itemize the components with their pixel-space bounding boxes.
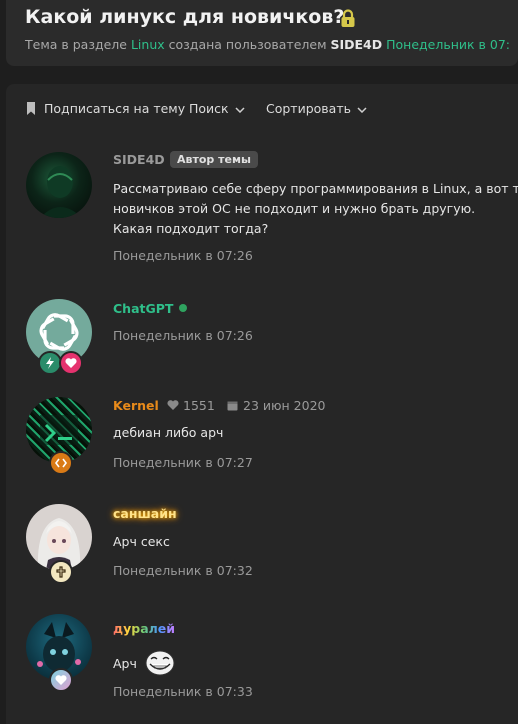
username[interactable]: SIDE4D xyxy=(113,152,165,167)
author-badge: Автор темы xyxy=(170,151,258,168)
trollface-icon xyxy=(145,650,175,676)
subscribe-label: Подписаться на тему xyxy=(44,101,186,116)
join-date: 23 июн 2020 xyxy=(227,398,325,413)
thread-container: Подписаться на тему Поиск Сортировать SI… xyxy=(6,84,518,724)
post-message: дебиан либо арч xyxy=(113,425,224,440)
post-message: Арч xyxy=(113,650,175,676)
likes-value: 1551 xyxy=(183,398,215,413)
topic-subtitle: Тема в разделе Linux создана пользовател… xyxy=(25,37,510,52)
message-text: Арч xyxy=(113,656,137,671)
join-date-value: 23 июн 2020 xyxy=(243,398,326,413)
heart-icon xyxy=(167,400,179,410)
username[interactable]: дуралей xyxy=(113,621,175,636)
chevron-down-icon xyxy=(357,106,367,113)
search-label: Поиск xyxy=(189,101,229,116)
sort-label: Сортировать xyxy=(266,101,351,116)
thread-toolbar: Подписаться на тему Поиск Сортировать xyxy=(6,84,518,134)
chevron-down-icon xyxy=(235,106,245,113)
cross-badge-icon xyxy=(49,560,73,584)
online-indicator-icon xyxy=(179,304,187,312)
author-link[interactable]: SIDE4D xyxy=(330,37,382,52)
post-time[interactable]: Понедельник в 07:26 xyxy=(113,328,253,343)
created-by-text: создана пользователем xyxy=(168,37,327,52)
post-time[interactable]: Понедельник в 07:26 xyxy=(113,248,253,263)
username[interactable]: саншайн xyxy=(113,506,177,521)
post-time[interactable]: Понедельник в 07:32 xyxy=(113,563,253,578)
sort-dropdown[interactable]: Сортировать xyxy=(266,101,367,116)
username[interactable]: ChatGPT xyxy=(113,301,173,316)
topic-header: Какой линукс для новичков? Тема в раздел… xyxy=(6,0,518,66)
post-message: Рассматриваю себе сферу программирования… xyxy=(113,179,518,239)
heart-badge-icon xyxy=(59,351,83,375)
message-line: новичков этой ОС не подходит и нужно бра… xyxy=(113,201,476,216)
subtitle-prefix: Тема в разделе xyxy=(25,37,127,52)
subscribe-button[interactable]: Подписаться на тему xyxy=(26,101,185,116)
calendar-icon xyxy=(227,401,238,411)
topic-title: Какой линукс для новичков? xyxy=(25,6,345,28)
message-line: Рассматриваю себе сферу программирования… xyxy=(113,181,518,196)
avatar-image xyxy=(40,166,82,218)
heart-badge-icon xyxy=(49,668,73,692)
post-message: Арч секс xyxy=(113,534,170,549)
topic-date[interactable]: Понедельник в 07: xyxy=(386,37,510,52)
post-time[interactable]: Понедельник в 07:33 xyxy=(113,684,253,699)
post-time[interactable]: Понедельник в 07:27 xyxy=(113,455,253,470)
lock-icon xyxy=(341,9,355,27)
username[interactable]: Kernel xyxy=(113,398,159,413)
likes-count: 1551 xyxy=(167,398,215,413)
section-link[interactable]: Linux xyxy=(131,37,165,52)
message-line: Какая подходит тогда? xyxy=(113,221,269,236)
search-dropdown[interactable]: Поиск xyxy=(189,101,245,116)
avatar[interactable] xyxy=(26,152,92,218)
code-badge-icon xyxy=(49,451,73,475)
bookmark-icon xyxy=(27,102,35,115)
